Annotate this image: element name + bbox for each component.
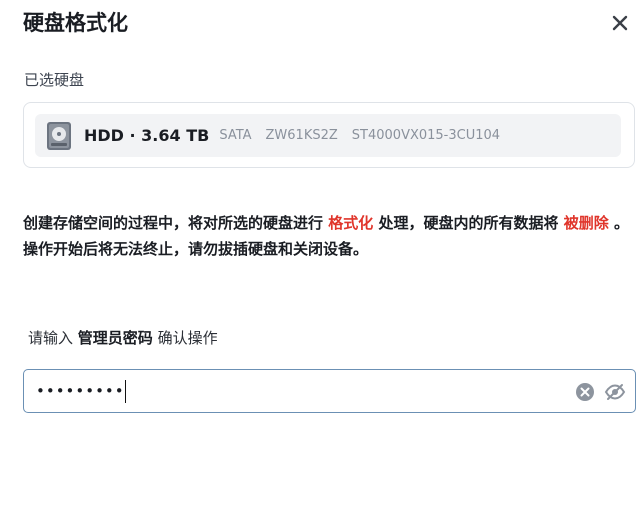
prompt-prefix: 请输入 — [28, 329, 78, 347]
warning-highlight-format: 格式化 — [328, 214, 374, 232]
disk-name: HDD · 3.64 TB — [84, 126, 210, 145]
password-input[interactable] — [36, 370, 566, 412]
clear-icon — [576, 383, 594, 401]
warning-highlight-delete: 被删除 — [563, 214, 609, 232]
disk-serial: ZW61KS2Z — [265, 128, 338, 143]
warning-text-3: 。 — [608, 214, 629, 232]
eye-off-icon — [604, 384, 626, 400]
password-prompt: 请输入 管理员密码 确认操作 — [28, 326, 218, 350]
disk-model: ST4000VX015-3CU104 — [351, 128, 501, 143]
close-button[interactable] — [606, 10, 634, 36]
warning-text-2: 处理，硬盘内的所有数据将 — [373, 214, 564, 232]
prompt-admin-password: 管理员密码 — [77, 329, 153, 347]
format-disk-dialog: 硬盘格式化 已选硬盘 HDD · 3.64 TB SATA ZW61KS2Z S… — [0, 0, 640, 530]
format-warning: 创建存储空间的过程中，将对所选的硬盘进行 格式化 处理，硬盘内的所有数据将 被删… — [23, 210, 635, 262]
password-field[interactable] — [23, 369, 636, 413]
warning-text-1: 创建存储空间的过程中，将对所选的硬盘进行 — [23, 214, 329, 232]
warning-line-2: 操作开始后将无法终止，请勿拔插硬盘和关闭设备。 — [23, 240, 369, 258]
dialog-title: 硬盘格式化 — [23, 11, 128, 35]
toggle-visibility-button[interactable] — [604, 381, 626, 403]
selected-disk-label: 已选硬盘 — [24, 71, 85, 89]
text-caret — [125, 380, 126, 403]
clear-button[interactable] — [575, 382, 595, 402]
prompt-suffix: 确认操作 — [152, 329, 218, 347]
disk-interface: SATA — [219, 128, 252, 143]
close-icon — [612, 15, 628, 31]
disk-info-row: HDD · 3.64 TB SATA ZW61KS2Z ST4000VX015-… — [35, 114, 621, 157]
selected-disk-card: HDD · 3.64 TB SATA ZW61KS2Z ST4000VX015-… — [23, 102, 635, 168]
hard-disk-icon — [44, 121, 74, 151]
